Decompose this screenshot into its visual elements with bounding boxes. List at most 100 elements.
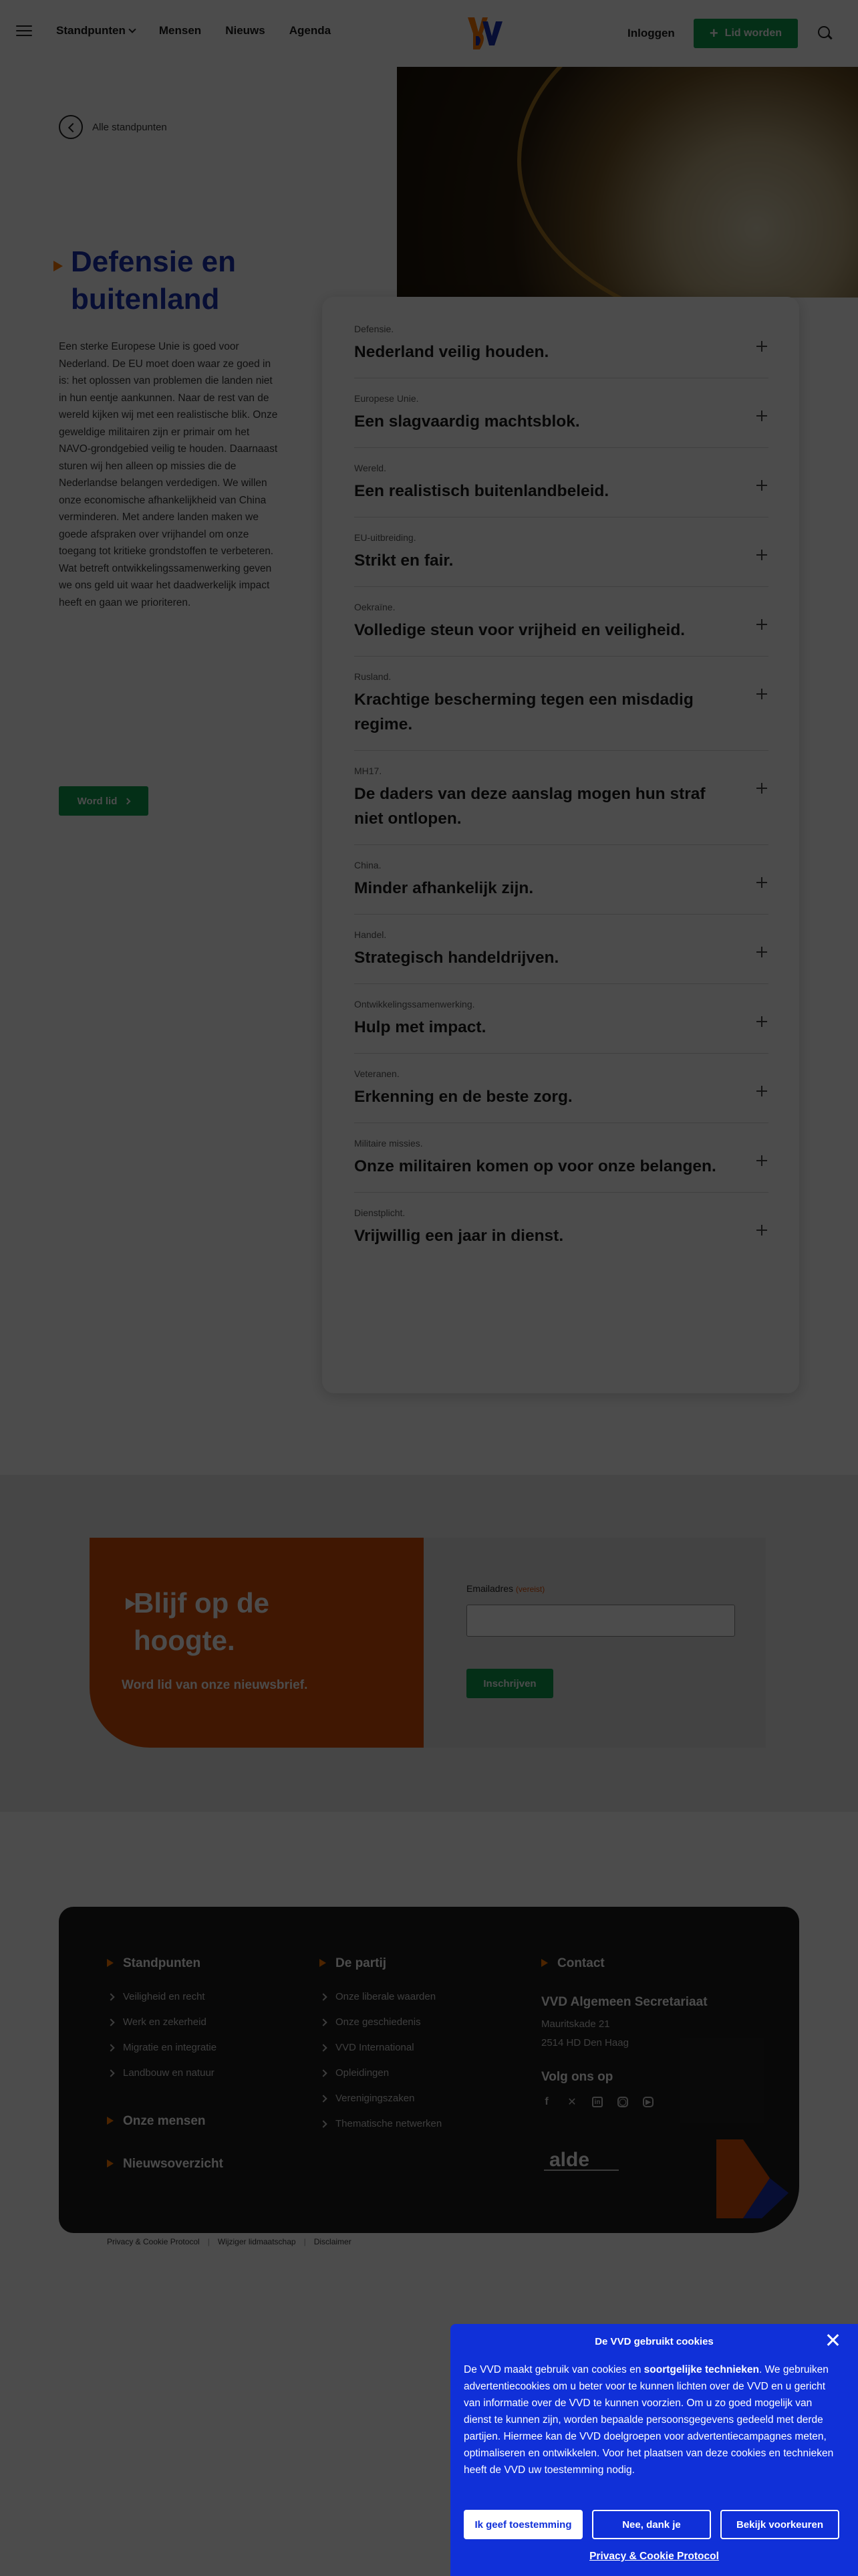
linkedin-icon[interactable]: in	[592, 2097, 603, 2107]
accordion-item[interactable]: Rusland. Krachtige bescherming tegen een …	[354, 671, 768, 751]
instagram-icon[interactable]: ◯	[617, 2097, 628, 2107]
positions-accordion: Defensie. Nederland veilig houden. Europes…	[322, 297, 799, 1393]
cookie-preferences-button[interactable]: Bekijk voorkeuren	[720, 2510, 839, 2539]
plus-icon[interactable]	[756, 1155, 767, 1166]
plus-icon[interactable]	[756, 341, 767, 352]
nav-standpunten-label: Standpunten	[56, 24, 126, 37]
cookie-text-body: . We gebruiken advertentiecookies om u b…	[464, 2364, 834, 2476]
accordion-item-kicker: Europese Unie.	[354, 393, 419, 404]
join-button-label: Lid worden	[724, 27, 782, 39]
footer-link[interactable]: Werk en zekerheid	[107, 2010, 223, 2035]
accordion-item[interactable]: MH17. De daders van deze aanslag mogen hu…	[354, 766, 768, 845]
accordion-item[interactable]: Handel. Strategisch handeldrijven.	[354, 929, 768, 984]
accordion-item-kicker: Defensie.	[354, 324, 394, 334]
plus-icon[interactable]	[756, 1016, 767, 1027]
nav-mensen[interactable]: Mensen	[159, 24, 201, 37]
decline-cookies-button[interactable]: Nee, dank je	[592, 2510, 711, 2539]
cookie-dialog-text: De VVD maakt gebruik van cookies en soor…	[464, 2361, 842, 2478]
close-icon[interactable]	[826, 2333, 839, 2347]
footer-link[interactable]: Migratie en integratie	[107, 2035, 223, 2061]
cookie-text-intro: De VVD maakt gebruik van cookies en	[464, 2364, 644, 2375]
header-actions: Inloggen + Lid worden	[627, 19, 834, 48]
accordion-item[interactable]: China. Minder afhankelijk zijn.	[354, 860, 768, 915]
accordion-item-kicker: Wereld.	[354, 463, 386, 473]
accordion-item[interactable]: Europese Unie. Een slagvaardig machtsblok…	[354, 393, 768, 448]
back-to-positions-link[interactable]: Alle standpunten	[59, 115, 167, 139]
footer-link[interactable]: Landbouw en natuur	[107, 2061, 223, 2086]
footer-link[interactable]: Opleidingen	[319, 2061, 442, 2086]
accordion-item-title: Onze militairen komen op voor onze belan…	[354, 1157, 716, 1175]
accordion-item-title: Een realistisch buitenlandbeleid.	[354, 482, 609, 500]
footer-col-standpunten: Standpunten Veiligheid en recht Werk en …	[107, 1956, 223, 2172]
cookie-text-highlight[interactable]: soortgelijke technieken	[644, 2364, 759, 2375]
footer-heading-contact: Contact	[541, 1956, 708, 1971]
footer-link[interactable]: VVD International	[319, 2035, 442, 2061]
login-link[interactable]: Inloggen	[627, 27, 675, 40]
accordion-item[interactable]: Veteranen. Erkenning en de beste zorg.	[354, 1068, 768, 1123]
vvd-logo[interactable]	[465, 12, 507, 53]
footer-link[interactable]: Thematische netwerken	[319, 2111, 442, 2137]
legal-link-membership[interactable]: Wijziger lidmaatschap	[218, 2237, 296, 2246]
accordion-item[interactable]: Defensie. Nederland veilig houden.	[354, 324, 768, 378]
footer-heading-standpunten[interactable]: Standpunten	[107, 1956, 223, 1971]
footer-link[interactable]: Onze geschiedenis	[319, 2010, 442, 2035]
follow-us-heading: Volg ons op	[541, 2070, 613, 2084]
plus-icon[interactable]	[756, 1086, 767, 1096]
footer-col-partij: De partij Onze liberale waarden Onze ges…	[319, 1956, 442, 2137]
accept-cookies-button[interactable]: Ik geef toestemming	[464, 2510, 583, 2539]
accordion-item-title: Vrijwillig een jaar in dienst.	[354, 1227, 564, 1245]
triangle-icon	[126, 1598, 136, 1610]
alde-logo[interactable]: alde	[541, 2143, 621, 2176]
youtube-icon[interactable]: ▶	[643, 2097, 654, 2107]
vvd-brand-shape-decoration	[716, 2139, 789, 2218]
email-field[interactable]	[466, 1605, 735, 1637]
contact-organisation: VVD Algemeen Secretariaat	[541, 1995, 708, 2009]
footer-link[interactable]: Onze liberale waarden	[319, 1984, 442, 2010]
cookie-dialog-title: De VVD gebruikt cookies	[595, 2336, 714, 2347]
accordion-item[interactable]: Militaire missies. Onze militairen komen …	[354, 1138, 768, 1193]
accordion-item[interactable]: Wereld. Een realistisch buitenlandbeleid.	[354, 463, 768, 517]
subscribe-button[interactable]: Inschrijven	[466, 1669, 553, 1698]
footer-link[interactable]: Verenigingszaken	[319, 2086, 442, 2111]
hamburger-menu-icon[interactable]	[16, 23, 32, 39]
cookie-policy-link[interactable]: Privacy & Cookie Protocol	[450, 2551, 858, 2563]
x-icon[interactable]: ✕	[567, 2097, 577, 2108]
plus-icon[interactable]	[756, 619, 767, 630]
legal-link-disclaimer[interactable]: Disclaimer	[314, 2237, 351, 2246]
accordion-item-kicker: Dienstplicht.	[354, 1207, 406, 1218]
join-button[interactable]: + Lid worden	[693, 19, 798, 48]
footer-heading-mensen[interactable]: Onze mensen	[107, 2114, 223, 2129]
contact-address-city: 2514 HD Den Haag	[541, 2037, 629, 2048]
plus-icon[interactable]	[756, 411, 767, 421]
become-member-button[interactable]: Word lid	[59, 786, 148, 816]
footer-link[interactable]: Veiligheid en recht	[107, 1984, 223, 2010]
accordion-item[interactable]: EU-uitbreiding. Strikt en fair.	[354, 532, 768, 587]
search-icon[interactable]	[817, 25, 834, 42]
globe-meridian-ring	[517, 67, 858, 298]
plus-icon[interactable]	[756, 480, 767, 491]
facebook-icon[interactable]: f	[541, 2096, 552, 2107]
legal-link-privacy[interactable]: Privacy & Cookie Protocol	[107, 2237, 200, 2246]
legal-separator: |	[207, 2237, 210, 2246]
plus-icon[interactable]	[756, 550, 767, 560]
accordion-item-kicker: MH17.	[354, 766, 382, 776]
plus-icon[interactable]	[756, 877, 767, 888]
page-title-line2: buitenland	[71, 283, 220, 316]
plus-icon[interactable]	[756, 689, 767, 699]
nav-agenda[interactable]: Agenda	[289, 24, 331, 37]
footer-heading-partij[interactable]: De partij	[319, 1956, 442, 1971]
nav-nieuws[interactable]: Nieuws	[225, 24, 265, 37]
chevron-right-icon	[124, 798, 131, 804]
accordion-item[interactable]: Dienstplicht. Vrijwillig een jaar in dien…	[354, 1207, 768, 1262]
intro-text: Een sterke Europese Unie is goed voor Ne…	[59, 341, 278, 608]
plus-icon[interactable]	[756, 947, 767, 957]
accordion-item-kicker: Oekraïne.	[354, 602, 396, 612]
accordion-item[interactable]: Ontwikkelingssamenwerking. Hulp met impac…	[354, 999, 768, 1054]
nav-standpunten[interactable]: Standpunten	[56, 24, 136, 37]
plus-icon[interactable]	[756, 783, 767, 794]
footer-heading-nieuws[interactable]: Nieuwsoverzicht	[107, 2157, 223, 2172]
plus-icon[interactable]	[756, 1225, 767, 1236]
accordion-item-kicker: Ontwikkelingssamenwerking.	[354, 999, 475, 1010]
newsletter-form-panel	[424, 1538, 766, 1748]
accordion-item[interactable]: Oekraïne. Volledige steun voor vrijheid e…	[354, 602, 768, 657]
